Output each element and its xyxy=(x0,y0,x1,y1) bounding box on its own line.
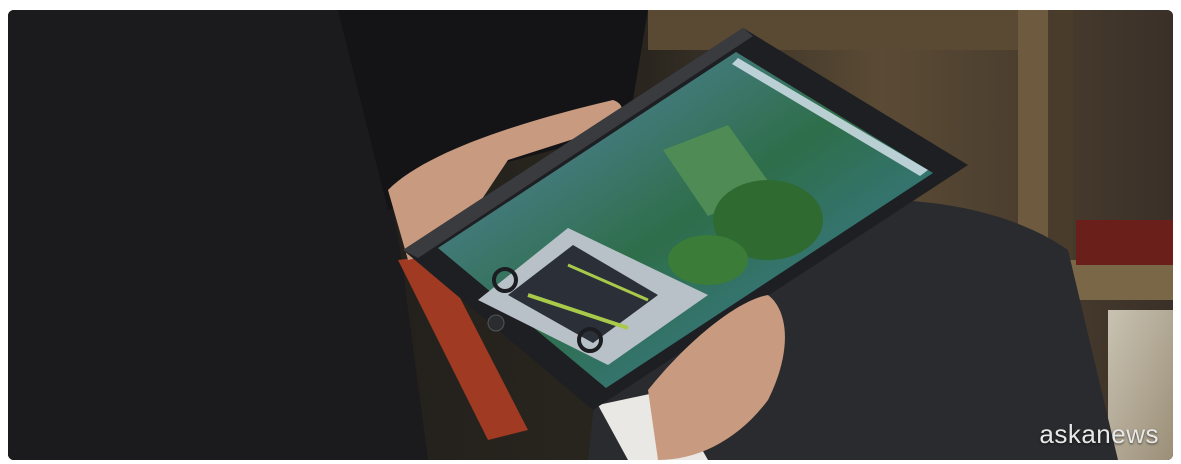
photo-scene xyxy=(8,10,1173,460)
brand-watermark: askanews xyxy=(1039,419,1159,449)
chair-post xyxy=(1018,10,1048,260)
home-button xyxy=(487,314,505,332)
video-frame: askanews xyxy=(8,10,1173,460)
wood-back xyxy=(648,10,1018,50)
chair-post-dark xyxy=(1053,10,1073,270)
chair-seat xyxy=(1068,260,1173,300)
red-cushion xyxy=(1076,220,1173,265)
